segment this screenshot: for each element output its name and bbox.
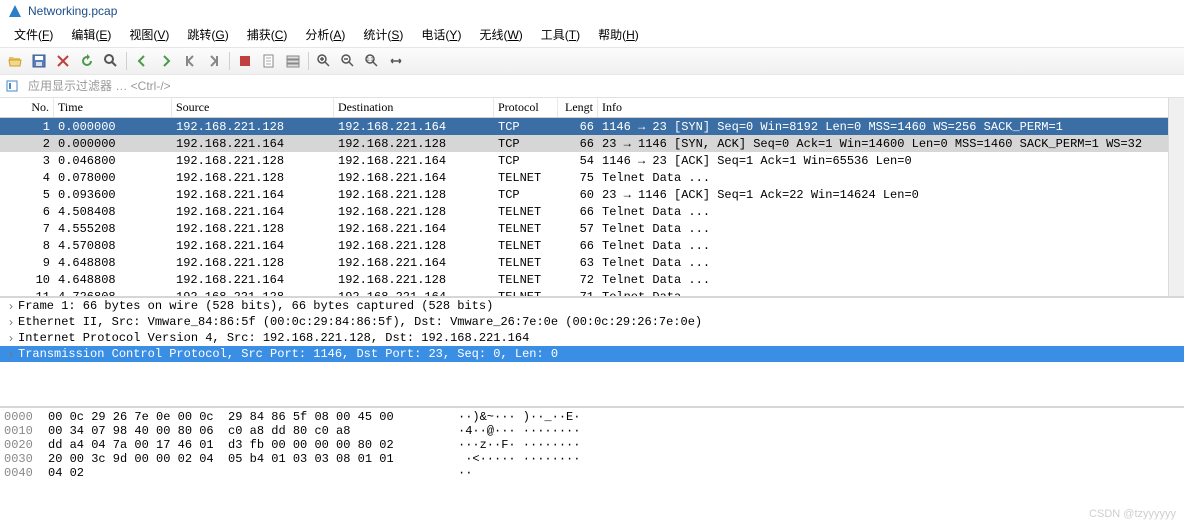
hex-row[interactable]: 003020 00 3c 9d 00 00 02 04 05 b4 01 03 … [0,452,1184,466]
packet-list-header: No. Time Source Destination Protocol Len… [0,98,1184,118]
hex-row[interactable]: 004004 02·· [0,466,1184,480]
col-time[interactable]: Time [54,98,172,117]
find-icon[interactable] [100,50,122,72]
menu-item[interactable]: 无线(W) [471,24,530,45]
menu-item[interactable]: 分析(A) [297,24,353,45]
svg-text:1:1: 1:1 [367,57,374,63]
packet-list-pane: No. Time Source Destination Protocol Len… [0,98,1184,298]
toolbar-separator [229,52,230,70]
bookmark-filter-icon[interactable] [4,78,20,94]
packet-row[interactable]: 50.093600192.168.221.164192.168.221.128T… [0,186,1184,203]
stop-square-icon[interactable] [234,50,256,72]
zoom-out-icon[interactable] [337,50,359,72]
menubar: 文件(F)编辑(E)视图(V)跳转(G)捕获(C)分析(A)统计(S)电话(Y)… [0,22,1184,47]
menu-item[interactable]: 编辑(E) [63,24,119,45]
scrollbar[interactable] [1168,98,1184,296]
forward-arrow-icon[interactable] [155,50,177,72]
menu-item[interactable]: 捕获(C) [239,24,296,45]
save-icon[interactable] [28,50,50,72]
toolbar-separator [308,52,309,70]
packet-details-pane: ›Frame 1: 66 bytes on wire (528 bits), 6… [0,298,1184,408]
hex-row[interactable]: 000000 0c 29 26 7e 0e 00 0c 29 84 86 5f … [0,410,1184,424]
packet-row[interactable]: 40.078000192.168.221.128192.168.221.164T… [0,169,1184,186]
packet-bytes-pane: 000000 0c 29 26 7e 0e 00 0c 29 84 86 5f … [0,408,1184,482]
packet-row[interactable]: 64.508408192.168.221.164192.168.221.128T… [0,203,1184,220]
col-protocol[interactable]: Protocol [494,98,558,117]
display-filter-input[interactable] [24,77,1180,95]
menu-item[interactable]: 统计(S) [355,24,411,45]
packet-row[interactable]: 94.648808192.168.221.128192.168.221.164T… [0,254,1184,271]
menu-item[interactable]: 视图(V) [121,24,177,45]
expand-chevron-icon[interactable]: › [4,331,18,345]
col-info[interactable]: Info [598,98,1184,117]
titlebar: Networking.pcap [0,0,1184,22]
toolbar: 1:1 [0,47,1184,75]
packet-row[interactable]: 30.046800192.168.221.128192.168.221.164T… [0,152,1184,169]
menu-item[interactable]: 电话(Y) [413,24,469,45]
menu-item[interactable]: 工具(T) [533,24,588,45]
zoom-fit-icon[interactable]: 1:1 [361,50,383,72]
hex-row[interactable]: 0020dd a4 04 7a 00 17 46 01 d3 fb 00 00 … [0,438,1184,452]
expand-chevron-icon[interactable]: › [4,315,18,329]
col-destination[interactable]: Destination [334,98,494,117]
packet-row[interactable]: 10.000000192.168.221.128192.168.221.164T… [0,118,1184,135]
menu-item[interactable]: 跳转(G) [179,24,236,45]
col-length[interactable]: Lengt [558,98,598,117]
filter-bar [0,75,1184,98]
expand-chevron-icon[interactable]: › [4,299,18,313]
app-icon [8,4,22,18]
protocol-tree-row[interactable]: ›Internet Protocol Version 4, Src: 192.1… [0,330,1184,346]
resize-icon[interactable] [385,50,407,72]
document-icon[interactable] [258,50,280,72]
packet-row[interactable]: 20.000000192.168.221.164192.168.221.128T… [0,135,1184,152]
stack-icon[interactable] [282,50,304,72]
reload-icon[interactable] [76,50,98,72]
protocol-tree-row[interactable]: ›Frame 1: 66 bytes on wire (528 bits), 6… [0,298,1184,314]
menu-item[interactable]: 文件(F) [6,24,61,45]
protocol-tree-row[interactable]: ›Ethernet II, Src: Vmware_84:86:5f (00:0… [0,314,1184,330]
packet-row[interactable]: 114.726808192.168.221.128192.168.221.164… [0,288,1184,298]
menu-item[interactable]: 帮助(H) [590,24,647,45]
watermark: CSDN @tzyyyyyy [1089,508,1176,520]
window-title: Networking.pcap [28,4,117,18]
col-source[interactable]: Source [172,98,334,117]
close-x-icon[interactable] [52,50,74,72]
zoom-in-icon[interactable] [313,50,335,72]
toolbar-separator [126,52,127,70]
back-arrow-icon[interactable] [131,50,153,72]
packet-row[interactable]: 84.570808192.168.221.164192.168.221.128T… [0,237,1184,254]
col-no[interactable]: No. [0,98,54,117]
folder-open-icon[interactable] [4,50,26,72]
jump-start-icon[interactable] [179,50,201,72]
packet-row[interactable]: 104.648808192.168.221.164192.168.221.128… [0,271,1184,288]
hex-row[interactable]: 001000 34 07 98 40 00 80 06 c0 a8 dd 80 … [0,424,1184,438]
expand-chevron-icon[interactable]: › [4,347,18,361]
protocol-tree-row[interactable]: ›Transmission Control Protocol, Src Port… [0,346,1184,362]
packet-row[interactable]: 74.555208192.168.221.128192.168.221.164T… [0,220,1184,237]
jump-end-icon[interactable] [203,50,225,72]
